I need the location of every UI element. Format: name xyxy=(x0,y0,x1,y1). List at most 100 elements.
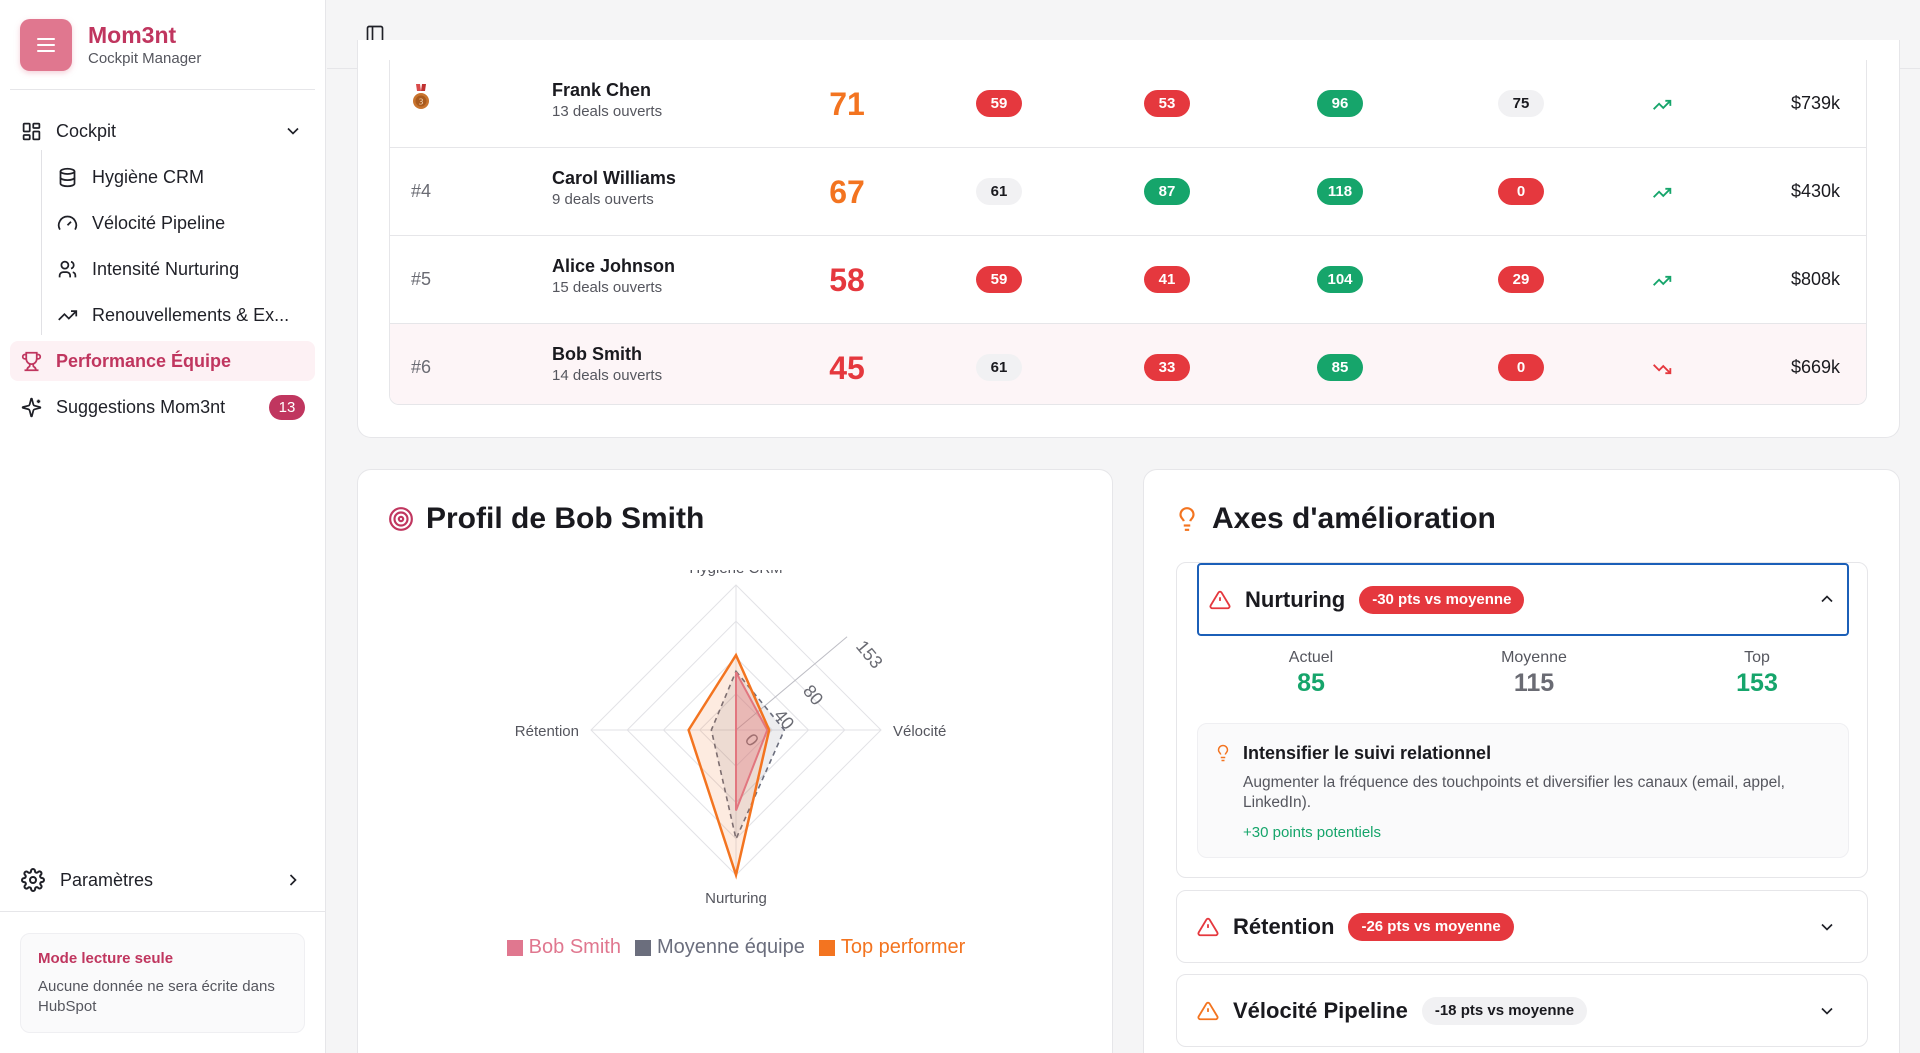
stat-label: Top xyxy=(1744,649,1770,666)
accordion-retention[interactable]: Rétention -26 pts vs moyenne xyxy=(1176,890,1868,963)
suggestions-count-badge: 13 xyxy=(269,395,305,420)
chevron-down-icon xyxy=(287,127,299,135)
score: 67 xyxy=(829,174,865,210)
sidebar-item-performance-equipe[interactable]: Performance Équipe xyxy=(10,341,315,381)
accordion-title: Rétention xyxy=(1233,913,1335,939)
stat-value: 85 xyxy=(1297,669,1325,697)
accordion-title: Nurturing xyxy=(1245,586,1346,612)
improvement-title: Axes d'amélioration xyxy=(1212,502,1496,535)
legend-swatch xyxy=(634,939,651,956)
delta-badge: -18 pts vs moyenne xyxy=(1421,996,1588,1025)
lightbulb-icon xyxy=(1217,744,1229,762)
legend-label: Moyenne équipe xyxy=(656,936,805,958)
delta-badge: -30 pts vs moyenne xyxy=(1359,585,1525,614)
chevron-down-icon xyxy=(1821,1007,1833,1015)
divider xyxy=(10,89,315,90)
ranking-table: 3 Frank Chen 13 deals ouverts 71 59 53 96 75 $73… xyxy=(389,60,1867,405)
sidebar-item-intensite-nurturing[interactable]: Intensité Nurturing xyxy=(10,249,315,289)
hygiene-score-badge: 61 xyxy=(976,354,1022,381)
table-row[interactable]: 3 Frank Chen 13 deals ouverts 71 59 53 96 75 $73… xyxy=(390,60,1866,148)
warning-icon xyxy=(1209,590,1231,609)
legend-item[interactable]: Top performer xyxy=(818,936,965,959)
delta-badge: -26 pts vs moyenne xyxy=(1348,912,1514,941)
sidebar-item-velocite-pipeline[interactable]: Vélocité Pipeline xyxy=(10,203,315,243)
dashboard-icon xyxy=(20,120,42,142)
divider xyxy=(0,911,325,912)
stat-label: Moyenne xyxy=(1501,649,1567,666)
deals-count: 15 deals ouverts xyxy=(552,279,663,296)
rep-name: Bob Smith xyxy=(552,344,642,364)
trending-up-icon xyxy=(1653,187,1672,198)
stat-moyenne: Moyenne 115 xyxy=(1434,649,1634,698)
radar-axis-label: Hygiène CRM xyxy=(689,570,782,577)
stat-top: Top 153 xyxy=(1657,649,1857,698)
warning-icon xyxy=(1197,917,1219,936)
brand: Mom3nt Cockpit Manager xyxy=(20,19,201,71)
deals-count: 13 deals ouverts xyxy=(552,103,663,120)
score: 58 xyxy=(829,262,865,298)
nurturing-score-badge: 96 xyxy=(1317,90,1363,117)
rank: #6 xyxy=(411,357,432,377)
sidebar-item-label: Vélocité Pipeline xyxy=(92,212,226,233)
sidebar-item-label: Cockpit xyxy=(56,120,117,141)
database-icon xyxy=(56,166,78,188)
lightbulb-icon xyxy=(1179,507,1195,531)
trending-up-icon xyxy=(1653,275,1672,286)
rep-name: Carol Williams xyxy=(552,168,676,188)
table-row[interactable]: #6 Bob Smith 14 deals ouverts 45 61 33 85 0 $669… xyxy=(390,324,1866,404)
profile-title: Profil de Bob Smith xyxy=(426,502,705,535)
stat-value: 153 xyxy=(1736,669,1778,697)
table-row[interactable]: #4 Carol Williams 9 deals ouverts 67 61 87 118… xyxy=(390,148,1866,236)
improvement-card: Axes d'amélioration Nurturing -30 pts vs… xyxy=(1143,469,1900,1053)
sidebar-item-hygiene-crm[interactable]: Hygiène CRM xyxy=(10,157,315,197)
velocity-score-badge: 33 xyxy=(1144,354,1190,381)
pipeline-amount: $739k xyxy=(1790,93,1840,113)
recommendation-text: Augmenter la fréquence des touchpoints e… xyxy=(1243,774,1785,811)
sidebar-item-cockpit[interactable]: Cockpit xyxy=(10,111,315,151)
accordion-header-nurturing[interactable]: Nurturing -30 pts vs moyenne xyxy=(1197,563,1849,636)
gear-icon xyxy=(21,868,45,892)
users-icon xyxy=(56,258,78,280)
sidebar-item-label: Renouvellements & Ex... xyxy=(92,304,290,325)
hygiene-score-badge: 61 xyxy=(976,178,1022,205)
deals-count: 9 deals ouverts xyxy=(552,191,654,208)
rep-name: Frank Chen xyxy=(552,80,652,100)
pipeline-amount: $808k xyxy=(1790,269,1840,289)
retention-score-badge: 29 xyxy=(1498,266,1544,293)
legend-item[interactable]: Bob Smith xyxy=(506,936,621,959)
retention-score-badge: 0 xyxy=(1498,354,1544,381)
chart-legend: Bob Smith Moyenne équipe Top performer xyxy=(358,936,1114,959)
menu-icon-bar xyxy=(37,50,55,52)
sidebar-item-parametres[interactable]: Paramètres xyxy=(10,860,315,900)
radar-axis-label: Nurturing xyxy=(705,890,767,907)
menu-icon-bar xyxy=(37,44,55,46)
readonly-notice: Mode lecture seule Aucune donnée ne sera… xyxy=(20,933,305,1033)
accordion-velocite-pipeline[interactable]: Vélocité Pipeline -18 pts vs moyenne xyxy=(1176,974,1868,1047)
score: 45 xyxy=(829,350,865,386)
sidebar: Mom3nt Cockpit Manager Cockpit Hygiène C… xyxy=(0,0,326,1053)
warning-icon xyxy=(1197,1001,1219,1020)
menu-button[interactable] xyxy=(20,19,72,71)
gauge-icon xyxy=(56,212,78,234)
pipeline-amount: $430k xyxy=(1790,181,1840,201)
sidebar-item-renouvellements[interactable]: Renouvellements & Ex... xyxy=(10,295,315,335)
sidebar-item-suggestions[interactable]: Suggestions Mom3nt 13 xyxy=(10,387,315,427)
sidebar-item-label: Paramètres xyxy=(60,869,154,890)
readonly-text: Aucune donnée ne sera écrite dans HubSpo… xyxy=(38,978,275,1015)
pipeline-amount: $669k xyxy=(1790,357,1840,377)
nurturing-score-badge: 118 xyxy=(1317,178,1363,205)
velocity-score-badge: 53 xyxy=(1144,90,1190,117)
readonly-title: Mode lecture seule xyxy=(38,950,174,967)
legend-swatch xyxy=(506,939,523,956)
radar-axis-label: Vélocité xyxy=(893,723,946,740)
radar-axis-label: Rétention xyxy=(515,723,579,740)
velocity-score-badge: 87 xyxy=(1144,178,1190,205)
legend-swatch xyxy=(818,939,835,956)
app: Mom3nt Cockpit Manager Cockpit Hygiène C… xyxy=(0,0,1920,1053)
legend-item[interactable]: Moyenne équipe xyxy=(634,936,805,959)
trending-up-icon xyxy=(56,304,78,326)
rank: #5 xyxy=(411,269,432,289)
table-row[interactable]: #5 Alice Johnson 15 deals ouverts 58 59 41 104… xyxy=(390,236,1866,324)
accordion-title: Vélocité Pipeline xyxy=(1233,997,1408,1023)
radar-tick-label: 80 xyxy=(799,681,827,709)
